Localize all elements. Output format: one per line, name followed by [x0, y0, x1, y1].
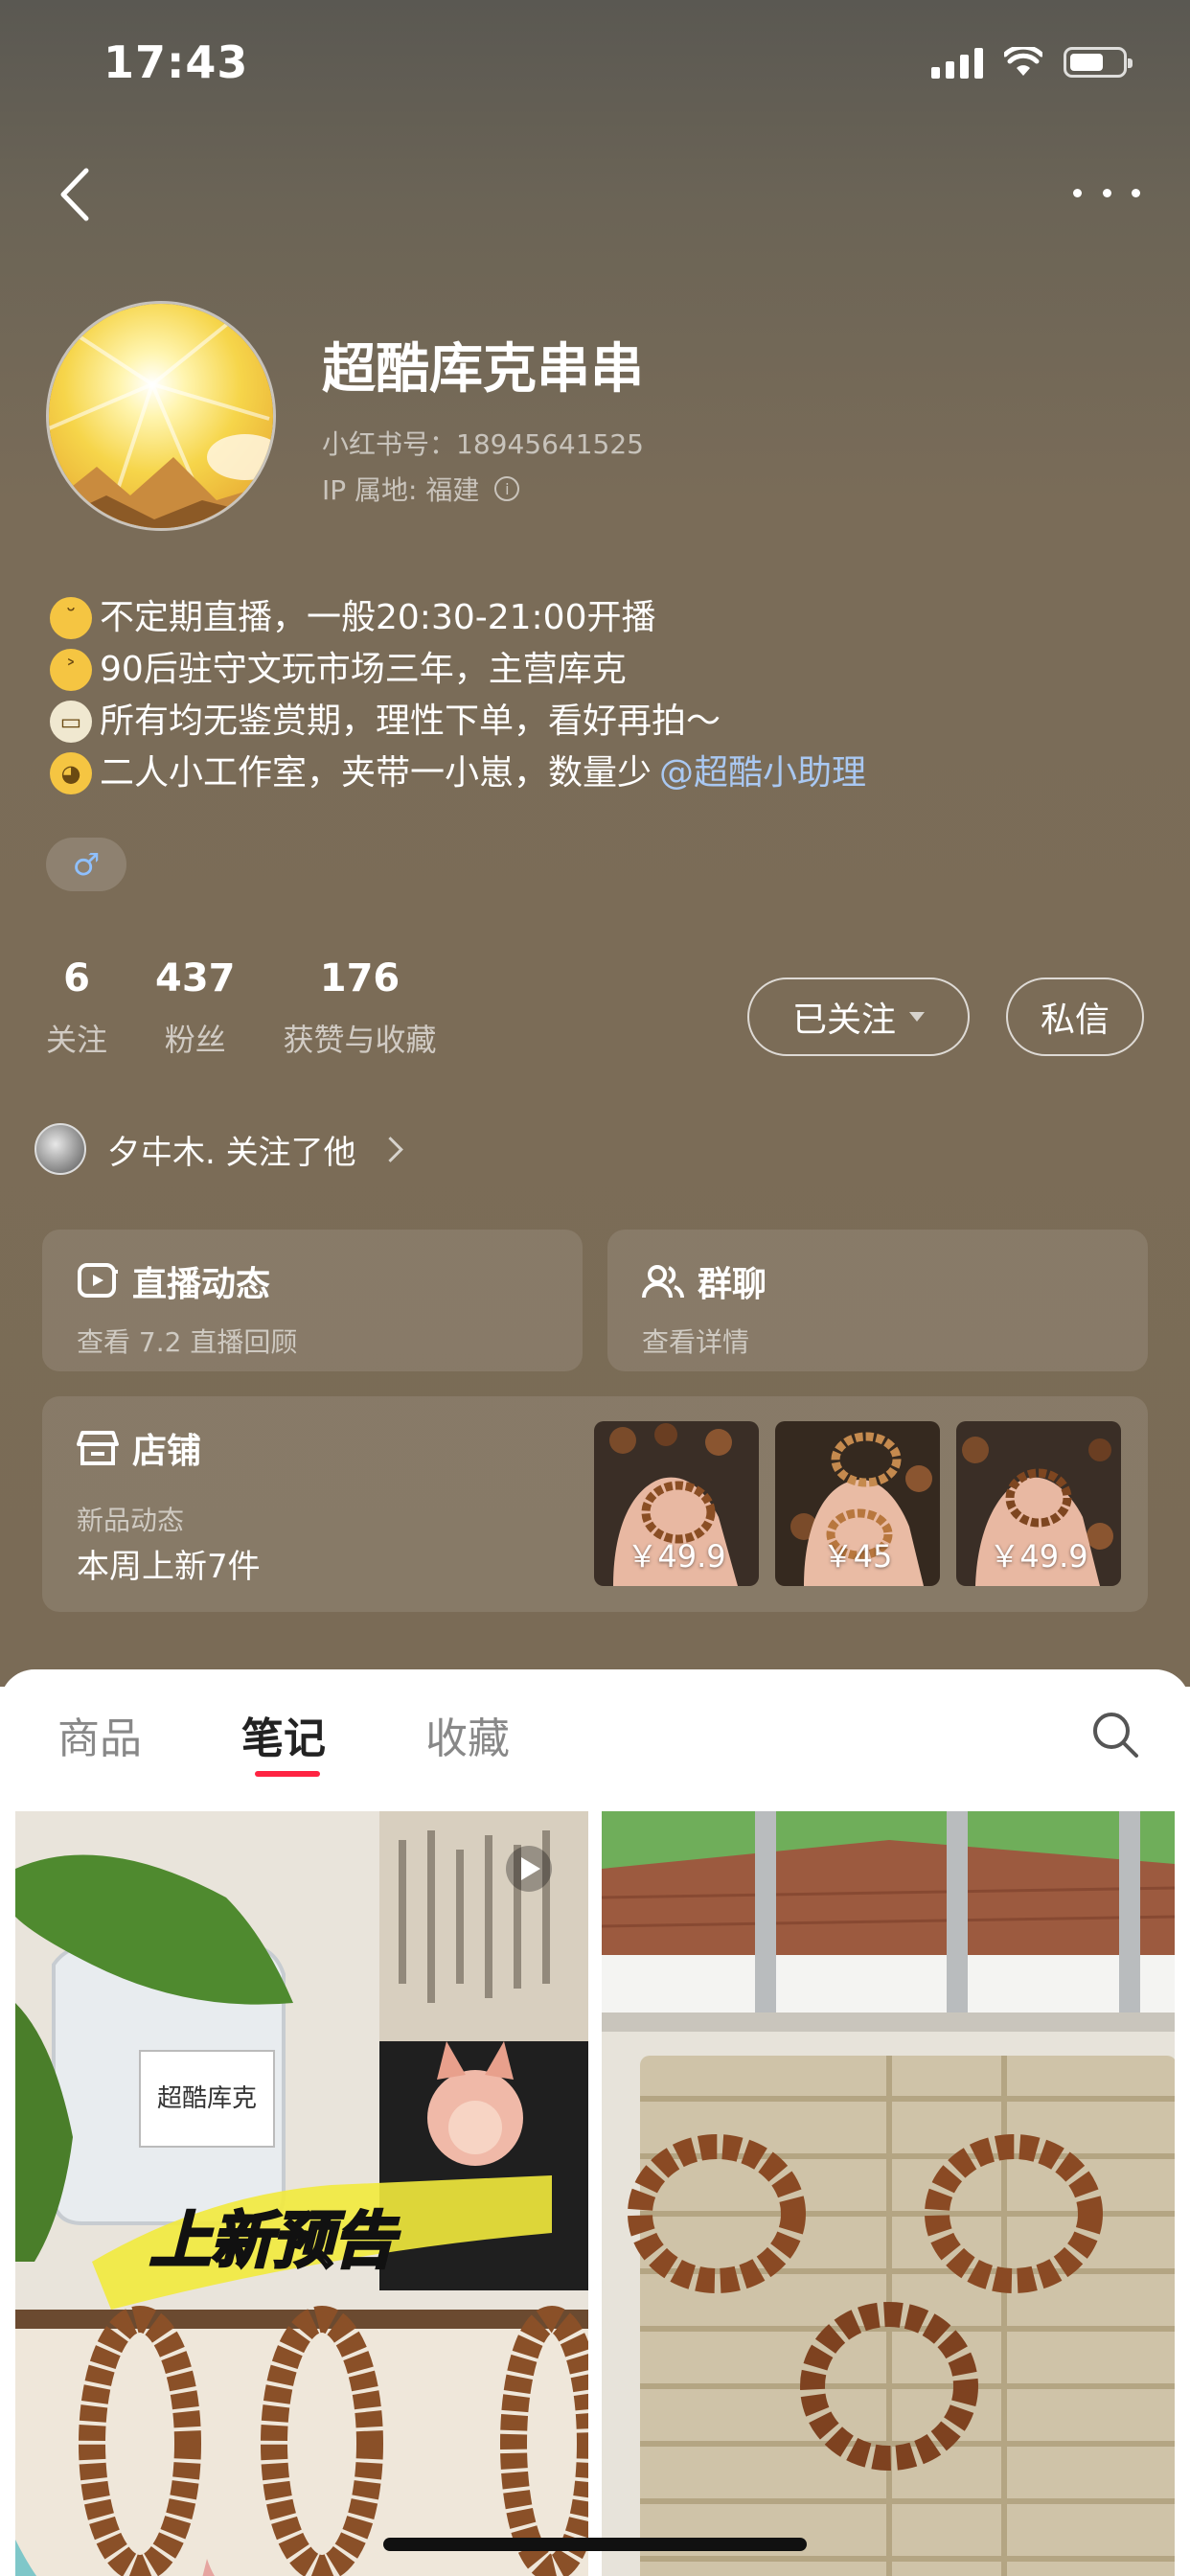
stat-likes[interactable]: 176 获赞与收藏	[284, 956, 437, 1060]
wifi-icon	[1004, 47, 1042, 76]
live-card-label: 直播动态	[132, 1265, 271, 1304]
active-tab-indicator	[255, 1771, 320, 1777]
bio-text: 不定期直播，一般20:30-21:00开播	[100, 598, 656, 637]
bio: ˘ 不定期直播，一般20:30-21:00开播 ˃ 90后驻守文玩市场三年，主营…	[50, 592, 866, 799]
profile-name: 超酷库克串串	[322, 338, 644, 401]
shop-new-products-label: 新品动态	[77, 1505, 185, 1536]
stat-followers[interactable]: 437 粉丝	[155, 956, 236, 1060]
stat-label: 获赞与收藏	[283, 1022, 437, 1058]
face-mask-emoji-icon: ▭	[50, 701, 92, 743]
chevron-right-icon	[377, 1136, 403, 1162]
stat-number: 176	[319, 956, 400, 1000]
ip-location: IP 属地: 福建 i	[322, 470, 520, 508]
shop-product-thumb[interactable]: ￥49.9	[956, 1421, 1121, 1586]
search-icon[interactable]	[1090, 1710, 1140, 1760]
stat-label: 粉丝	[164, 1022, 226, 1058]
info-icon[interactable]: i	[494, 476, 520, 501]
status-icons	[931, 46, 1133, 79]
tab-notes[interactable]: 笔记	[241, 1704, 326, 1765]
message-button[interactable]: 私信	[1006, 978, 1144, 1056]
note-card[interactable]	[602, 1811, 1175, 2576]
live-video-icon	[78, 1263, 118, 1298]
stat-following[interactable]: 6 关注	[46, 956, 107, 1060]
bio-line: ˘ 不定期直播，一般20:30-21:00开播	[50, 592, 866, 644]
group-chat-card[interactable]: 群聊 查看详情	[607, 1230, 1148, 1371]
status-time: 17:43	[103, 36, 249, 88]
back-icon[interactable]	[46, 161, 103, 228]
shop-product-thumb[interactable]: ￥49.9	[594, 1421, 759, 1586]
bio-line: ˃ 90后驻守文玩市场三年，主营库克	[50, 644, 866, 696]
following-button-label: 已关注	[791, 1000, 896, 1040]
home-indicator	[383, 2538, 807, 2551]
followed-by-row[interactable]: 夕㐄木. 关注了他	[34, 1123, 403, 1175]
tab-collections[interactable]: 收藏	[425, 1704, 510, 1765]
group-chat-label: 群聊	[698, 1265, 767, 1304]
live-card-title: 直播动态	[77, 1256, 270, 1306]
pleading-emoji-icon: ◕	[50, 752, 92, 794]
followed-by-text: 夕㐄木. 关注了他	[107, 1133, 356, 1172]
battery-icon	[1064, 47, 1133, 78]
shop-card[interactable]: 店铺 新品动态 本周上新7件 ￥49.9 ￥45 ￥49.9	[42, 1396, 1148, 1612]
content-panel: 商品 笔记 收藏 超酷库克 上新预告	[0, 1669, 1190, 2576]
group-users-icon	[642, 1265, 684, 1299]
product-price: ￥49.9	[627, 1538, 726, 1575]
profile-tabs: 商品 笔记 收藏	[0, 1669, 1190, 1792]
stats: 6 关注 437 粉丝 176 获赞与收藏	[46, 956, 437, 1060]
shop-title: 店铺	[77, 1423, 201, 1473]
live-card[interactable]: 直播动态 查看 7.2 直播回顾	[42, 1230, 583, 1371]
more-options-icon[interactable]	[1073, 180, 1140, 205]
bio-line: ◕ 二人小工作室，夹带一小崽，数量少 @超酷小助理	[50, 748, 866, 799]
smirk-emoji-icon: ˘	[50, 597, 92, 639]
signal-icon	[931, 46, 983, 79]
jar-label-text: 超酷库克	[157, 2084, 257, 2113]
red-id: 小红书号：18945641525	[322, 428, 644, 460]
bio-line: ▭ 所有均无鉴赏期，理性下单，看好再拍～	[50, 696, 866, 748]
live-card-sub: 查看 7.2 直播回顾	[77, 1326, 298, 1358]
stat-label: 关注	[46, 1022, 108, 1058]
gender-male-icon: ♂	[46, 838, 126, 891]
bio-text: 二人小工作室，夹带一小崽，数量少	[100, 753, 652, 793]
product-price: ￥45	[822, 1538, 893, 1575]
bio-text: 90后驻守文玩市场三年，主营库克	[100, 650, 627, 689]
profile-header: 17:43 超酷库克串串 小红书号：18945641525 IP 属地: 福建 …	[0, 0, 1190, 1687]
ip-location-text: IP 属地: 福建	[322, 474, 480, 506]
shop-label: 店铺	[132, 1432, 202, 1471]
group-chat-title: 群聊	[642, 1256, 767, 1306]
shop-new-count: 本周上新7件	[77, 1548, 261, 1586]
tab-products[interactable]: 商品	[57, 1704, 142, 1765]
note-overlay-text: 上新预告	[149, 2206, 400, 2277]
mutual-avatar	[34, 1123, 86, 1175]
bio-text: 所有均无鉴赏期，理性下单，看好再拍～	[100, 702, 721, 741]
store-icon	[77, 1431, 119, 1465]
note-card[interactable]: 超酷库克 上新预告	[15, 1811, 588, 2576]
avatar[interactable]	[46, 301, 276, 531]
caret-down-icon	[909, 1012, 925, 1022]
grin-emoji-icon: ˃	[50, 649, 92, 691]
product-price: ￥49.9	[989, 1538, 1088, 1575]
bio-mention-link[interactable]: @超酷小助理	[659, 748, 866, 799]
stat-number: 437	[155, 956, 236, 1000]
following-button[interactable]: 已关注	[747, 978, 970, 1056]
stat-number: 6	[63, 956, 90, 1000]
group-chat-sub: 查看详情	[642, 1326, 750, 1358]
shop-product-thumb[interactable]: ￥45	[775, 1421, 940, 1586]
